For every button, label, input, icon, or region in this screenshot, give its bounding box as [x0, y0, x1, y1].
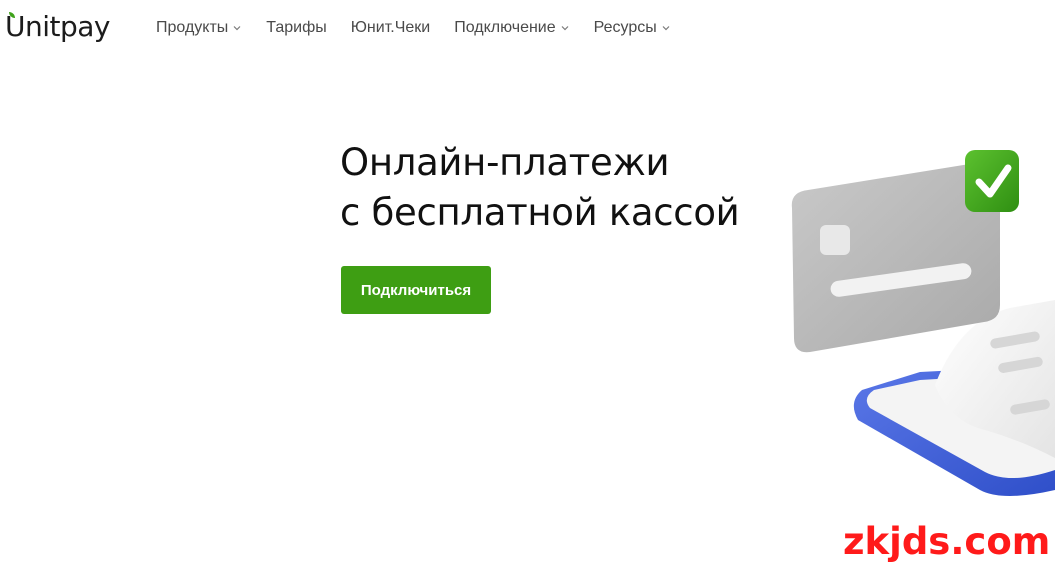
hero-title-line-2: с бесплатной кассой — [340, 191, 740, 234]
main-nav: Продукты Тарифы Юнит.Чеки Подключение Ре… — [156, 18, 695, 38]
nav-item-label: Юнит.Чеки — [350, 19, 431, 36]
payment-illustration — [791, 150, 1055, 496]
connect-button[interactable]: Подключиться — [341, 266, 491, 314]
chevron-down-icon — [662, 26, 670, 31]
nav-item-label: Подключение — [454, 19, 556, 36]
hero-title-line-1: Онлайн-платежи — [340, 141, 670, 184]
watermark-text: zkjds.com — [843, 520, 1051, 563]
site-header: Unitpay Продукты Тарифы Юнит.Чеки Подклю… — [0, 0, 1055, 58]
unitpay-logo[interactable]: Unitpay — [5, 10, 111, 44]
nav-item-unit-checks[interactable]: Юнит.Чеки — [351, 18, 430, 38]
nav-item-resources[interactable]: Ресурсы — [594, 18, 671, 38]
nav-item-connection[interactable]: Подключение — [454, 18, 569, 38]
chevron-down-icon — [233, 26, 241, 31]
nav-item-products[interactable]: Продукты — [156, 18, 242, 38]
nav-item-label: Ресурсы — [593, 19, 657, 36]
logo-text: Unitpay — [5, 10, 111, 43]
chevron-down-icon — [561, 26, 569, 31]
landing-page: Unitpay Продукты Тарифы Юнит.Чеки Подклю… — [0, 0, 1055, 580]
nav-item-label: Продукты — [156, 19, 229, 36]
hero-title: Онлайн-платежи с бесплатной кассой — [340, 138, 740, 238]
checkmark-badge-icon — [965, 150, 1019, 212]
nav-item-label: Тарифы — [266, 19, 327, 36]
nav-item-tariffs[interactable]: Тарифы — [266, 18, 326, 38]
